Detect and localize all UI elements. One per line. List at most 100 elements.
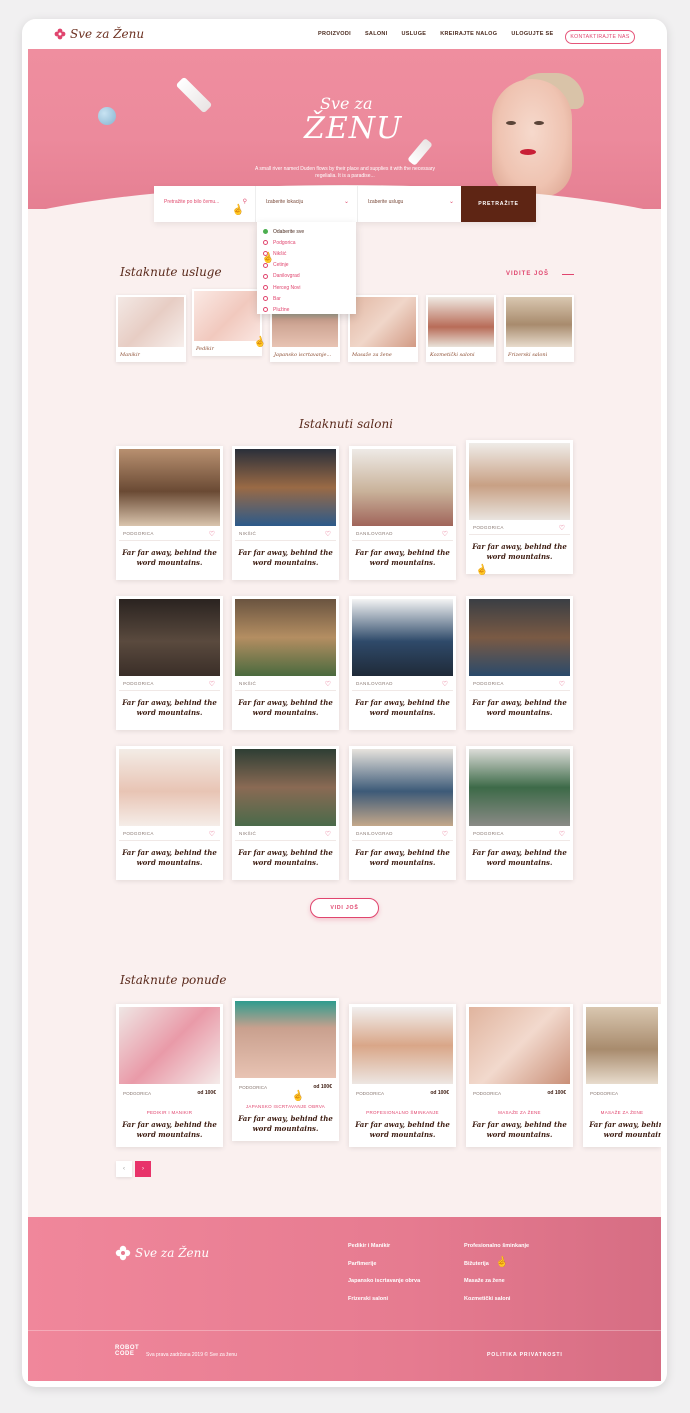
- heart-icon[interactable]: ♡: [325, 530, 331, 538]
- search-bar: Pretražite po bilo čemu... ⚲ Izaberite l…: [154, 186, 536, 222]
- heart-icon[interactable]: ♡: [559, 680, 565, 688]
- location-option[interactable]: Podgorica: [263, 237, 356, 248]
- brand-logo[interactable]: Sve za Ženu: [54, 27, 144, 41]
- service-label: Japansko iscrtavanje...: [274, 352, 332, 358]
- offer-card[interactable]: PODGORICA od 100€ PEDIKIR I MANIKIR Far far…: [116, 1004, 223, 1147]
- radio-icon: [263, 296, 268, 302]
- footer: Sve za Ženu Pedikir i Manikir Parfimerij…: [28, 1217, 661, 1381]
- nav-link-ulogujte-se[interactable]: ULOGUJTE SE: [511, 31, 553, 37]
- heart-icon[interactable]: ♡: [442, 680, 448, 688]
- nav-link-saloni[interactable]: SALONI: [365, 31, 388, 37]
- salon-card[interactable]: DANILOVGRAD ♡ Far far away, behind the wor…: [349, 596, 456, 730]
- salon-description: Far far away, behind the word mountains.: [238, 698, 333, 717]
- heart-icon[interactable]: ♡: [209, 830, 215, 838]
- divider: [469, 690, 570, 691]
- location-option[interactable]: Plužine: [263, 304, 356, 315]
- heart-icon[interactable]: ♡: [442, 530, 448, 538]
- salon-card[interactable]: PODGORICA ♡ Far far away, behind the word …: [116, 596, 223, 730]
- offer-card[interactable]: PODGORICA od 100€ JAPANSKO ISCRTAVANJE OBR…: [232, 998, 339, 1141]
- salon-city: DANILOVGRAD: [356, 531, 393, 536]
- salon-card[interactable]: PODGORICA ♡ Far far away, behind the word …: [116, 446, 223, 580]
- footer-link[interactable]: Pedikir i Manikir: [348, 1243, 420, 1249]
- heart-icon[interactable]: ♡: [209, 680, 215, 688]
- footer-link[interactable]: Parfimerije: [348, 1261, 420, 1267]
- offer-image: [469, 1007, 570, 1084]
- salon-city: NIKŠIĆ: [239, 681, 257, 686]
- see-more-link[interactable]: VIDITE JOŠ: [506, 271, 549, 277]
- offer-image: [235, 1001, 336, 1078]
- offer-description: Far far away, behind the word mountains.: [122, 1120, 217, 1139]
- location-select[interactable]: Izaberite lokaciju ⌄: [256, 186, 358, 222]
- salon-image: [235, 749, 336, 826]
- salon-card[interactable]: DANILOVGRAD ♡ Far far away, behind the wor…: [349, 446, 456, 580]
- location-option[interactable]: Nikšić: [263, 248, 356, 259]
- privacy-policy-link[interactable]: POLITIKA PRIVATNOSTI: [487, 1352, 563, 1358]
- divider: [352, 690, 453, 691]
- salon-card[interactable]: NIKŠIĆ ♡ Far far away, behind the word mou…: [232, 446, 339, 580]
- service-card-pedikir[interactable]: Pedikir: [192, 289, 262, 356]
- salon-card[interactable]: PODGORICA ♡ Far far away, behind the word …: [466, 746, 573, 880]
- service-label: Manikir: [120, 352, 140, 358]
- service-card-manikir[interactable]: Manikir: [116, 295, 186, 362]
- offer-card[interactable]: PODGORICA MASAŽE ZA ŽENE Far far away, beh…: [583, 1004, 661, 1147]
- heart-icon[interactable]: ♡: [209, 530, 215, 538]
- radio-checked-icon: [263, 229, 268, 235]
- salon-city: NIKŠIĆ: [239, 531, 257, 536]
- footer-link[interactable]: Japansko iscrtavanje obrva: [348, 1278, 420, 1284]
- salon-card[interactable]: PODGORICA ♡ Far far away, behind the word …: [466, 596, 573, 730]
- offer-category: MASAŽE ZA ŽENE: [498, 1110, 541, 1115]
- featured-services-title: Istaknute usluge: [120, 265, 222, 279]
- salon-image: [235, 599, 336, 676]
- salon-card[interactable]: PODGORICA ♡ Far far away, behind the word …: [116, 746, 223, 880]
- search-button[interactable]: PRETRAŽITE: [461, 186, 536, 222]
- offer-category: PEDIKIR I MANIKIR: [146, 1110, 193, 1115]
- salon-city: DANILOVGRAD: [356, 681, 393, 686]
- cursor-hand-icon: ☝: [252, 335, 268, 350]
- service-image: [350, 297, 416, 347]
- offer-image: [586, 1007, 658, 1084]
- robot-code-logo[interactable]: ROBOT CODE: [115, 1345, 139, 1357]
- offer-description: Far far away, behind the word mountains.: [355, 1120, 450, 1139]
- heart-icon[interactable]: ♡: [442, 830, 448, 838]
- salon-card[interactable]: PODGORICA ♡ Far far away, behind the word …: [466, 440, 573, 574]
- footer-link[interactable]: Frizerski saloni: [348, 1296, 420, 1302]
- service-label: Pedikir: [196, 346, 214, 352]
- divider: [119, 690, 220, 691]
- service-card-masaze[interactable]: Masaže za žene: [348, 295, 418, 362]
- service-select[interactable]: Izaberite uslugu ⌄: [358, 186, 462, 222]
- divider: [352, 840, 453, 841]
- service-card-kozmeticki[interactable]: Kozmetički saloni: [426, 295, 496, 362]
- heart-icon[interactable]: ♡: [325, 830, 331, 838]
- footer-link[interactable]: Profesionalno šminkanje: [464, 1243, 529, 1249]
- footer-logo[interactable]: Sve za Ženu: [115, 1245, 209, 1261]
- offer-image: [119, 1007, 220, 1084]
- carousel-next-button[interactable]: ›: [135, 1161, 151, 1177]
- offer-description: Far far away, behind the word mountains.: [589, 1120, 661, 1139]
- heart-icon[interactable]: ♡: [325, 680, 331, 688]
- contact-button[interactable]: KONTAKTIRAJTE NAS: [565, 30, 635, 44]
- carousel-prev-button[interactable]: ‹: [116, 1161, 132, 1177]
- location-option[interactable]: Cetinje: [263, 260, 356, 271]
- salon-description: Far far away, behind the word mountains.: [122, 848, 217, 867]
- heart-icon[interactable]: ♡: [559, 524, 565, 532]
- offer-card[interactable]: PODGORICA od 100€ PROFESIONALNO ŠMINKANJE F…: [349, 1004, 456, 1147]
- nav-link-usluge[interactable]: USLUGE: [402, 31, 427, 37]
- location-option[interactable]: Odaberite sve: [263, 226, 356, 237]
- model-eye: [506, 121, 516, 125]
- location-option[interactable]: Herceg Novi: [263, 282, 356, 293]
- nav-link-proizvodi[interactable]: PROIZVODI: [318, 31, 351, 37]
- footer-link[interactable]: Masaže za žene: [464, 1278, 529, 1284]
- salon-card[interactable]: NIKŠIĆ ♡ Far far away, behind the word mou…: [232, 746, 339, 880]
- salon-card[interactable]: NIKŠIĆ ♡ Far far away, behind the word mou…: [232, 596, 339, 730]
- location-option[interactable]: Danilovgrad: [263, 271, 356, 282]
- location-option[interactable]: Bar: [263, 293, 356, 304]
- heart-icon[interactable]: ♡: [559, 830, 565, 838]
- salon-card[interactable]: DANILOVGRAD ♡ Far far away, behind the wor…: [349, 746, 456, 880]
- nav-link-kreirajte-nalog[interactable]: KREIRAJTE NALOG: [440, 31, 497, 37]
- footer-column-1: Pedikir i Manikir Parfimerije Japansko i…: [348, 1243, 420, 1302]
- see-more-salons-button[interactable]: VIDI JOŠ: [310, 898, 379, 918]
- offer-card[interactable]: PODGORICA od 100€ MASAŽE ZA ŽENE Far far aw…: [466, 1004, 573, 1147]
- salon-image: [352, 449, 453, 526]
- service-card-frizerski[interactable]: Frizerski saloni: [504, 295, 574, 362]
- footer-link[interactable]: Kozmetički saloni: [464, 1296, 529, 1302]
